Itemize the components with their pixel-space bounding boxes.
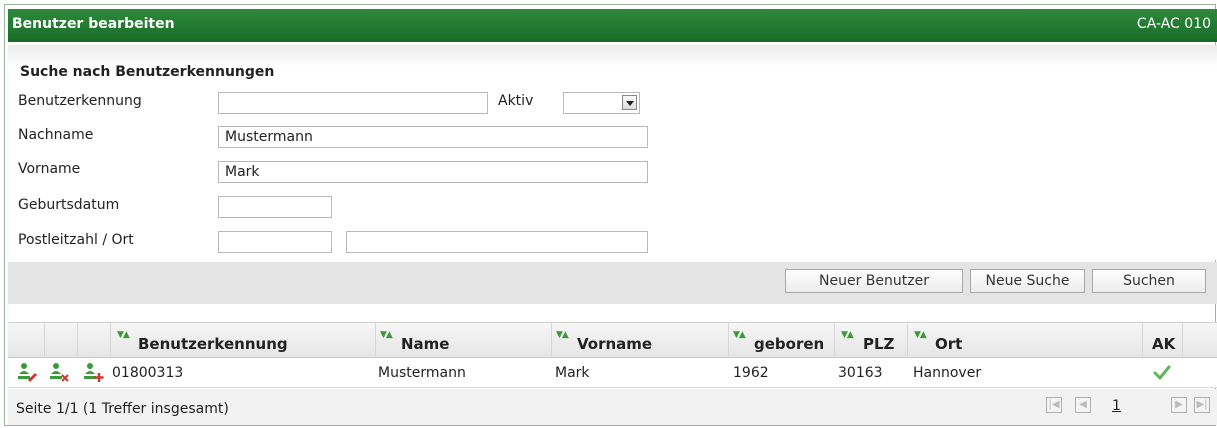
first-page-icon[interactable]: |◀ [1046, 397, 1062, 413]
result-count: Seite 1/1 (1 Treffer insgesamt) [16, 401, 229, 417]
previous-page-icon[interactable]: ◀ [1075, 397, 1091, 413]
ort-input[interactable] [346, 231, 648, 253]
sort-arrows-icon[interactable]: ▼▲ [914, 330, 927, 340]
pagination-bar: Seite 1/1 (1 Treffer insgesamt) |◀ ◀ 1 ▶… [8, 389, 1217, 425]
next-page-icon[interactable]: ▶ [1171, 397, 1187, 413]
label-geburtsdatum: Geburtsdatum [18, 197, 120, 213]
nachname-input[interactable] [218, 126, 648, 148]
label-nachname: Nachname [18, 127, 94, 143]
add-user-icon[interactable] [82, 361, 104, 383]
aktiv-select[interactable] [563, 92, 640, 114]
screen-code: CA-AC 010 [1136, 16, 1211, 32]
header-geboren[interactable]: ▼▲ geboren [729, 323, 835, 359]
label-plz-ort: Postleitzahl / Ort [18, 232, 134, 248]
header-ort[interactable]: ▼▲ Ort [908, 323, 1143, 359]
sort-arrows-icon[interactable]: ▼▲ [841, 330, 854, 340]
header-icon-col-3 [78, 323, 111, 359]
page-number-link[interactable]: 1 [1112, 398, 1121, 414]
header-vorname[interactable]: ▼▲ Vorname [552, 323, 729, 359]
label-aktiv: Aktiv [498, 93, 534, 109]
cell-benutzerkennung[interactable]: 01800313 [112, 365, 183, 381]
new-search-button[interactable]: Neue Suche [970, 269, 1085, 293]
edit-user-icon[interactable] [16, 361, 38, 383]
sort-arrows-icon[interactable]: ▼▲ [380, 330, 393, 340]
search-section-title: Suche nach Benutzerkennungen [20, 64, 275, 80]
sort-arrows-icon[interactable]: ▼▲ [556, 330, 569, 340]
search-button[interactable]: Suchen [1092, 269, 1206, 293]
sort-arrows-icon[interactable]: ▼▲ [117, 330, 130, 340]
cell-plz: 30163 [838, 365, 883, 381]
table-row[interactable]: 01800313 Mustermann Mark 1962 30163 Hann… [8, 358, 1217, 388]
vorname-input[interactable] [218, 161, 648, 183]
benutzerkennung-input[interactable] [218, 92, 488, 114]
header-plz[interactable]: ▼▲ PLZ [835, 323, 908, 359]
dropdown-arrow-icon[interactable] [622, 95, 637, 110]
cell-geboren: 1962 [733, 365, 769, 381]
label-vorname: Vorname [18, 161, 81, 177]
window-title: Benutzer bearbeiten [12, 16, 175, 32]
plz-input[interactable] [218, 231, 332, 253]
cell-name: Mustermann [378, 365, 466, 381]
button-bar: Neuer Benutzer Neue Suche Suchen [8, 262, 1217, 304]
header-icon-col-1 [8, 323, 45, 359]
cell-vorname: Mark [555, 365, 590, 381]
sort-arrows-icon[interactable]: ▼▲ [733, 330, 746, 340]
header-benutzerkennung[interactable]: ▼▲ Benutzerkennung [111, 323, 376, 359]
last-page-icon[interactable]: ▶| [1194, 397, 1210, 413]
cell-ort: Hannover [913, 365, 982, 381]
title-bar: Benutzer bearbeiten CA-AC 010 [8, 9, 1217, 42]
header-name[interactable]: ▼▲ Name [376, 323, 552, 359]
geburtsdatum-input[interactable] [218, 196, 332, 218]
delete-user-icon[interactable] [48, 361, 70, 383]
check-icon [1153, 365, 1171, 380]
new-user-button[interactable]: Neuer Benutzer [785, 269, 963, 293]
header-ak: AK [1143, 323, 1183, 359]
label-benutzerkennung: Benutzerkennung [18, 93, 142, 109]
header-icon-col-2 [45, 323, 78, 359]
table-header: ▼▲ Benutzerkennung ▼▲ Name ▼▲ Vorname ▼▲… [8, 322, 1217, 359]
